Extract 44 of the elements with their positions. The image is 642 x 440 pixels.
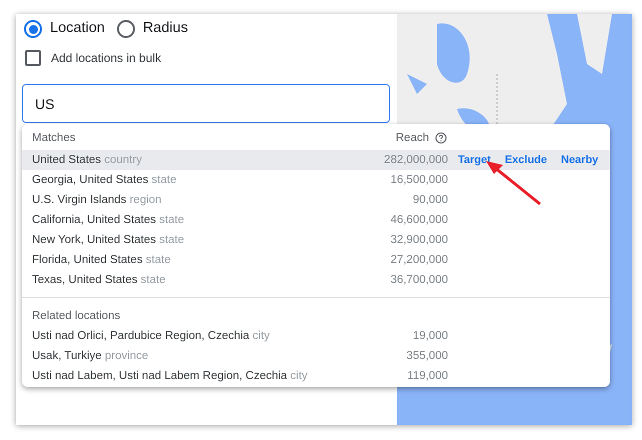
location-row[interactable]: United States country 282,000,000 Target Exclude Nearby	[22, 150, 610, 170]
reach-value: 90,000	[412, 192, 448, 208]
column-header: Matches	[32, 130, 76, 146]
reach-value: 16,500,000	[389, 172, 448, 188]
action-link[interactable]: Nearby	[561, 152, 598, 169]
location-row[interactable]: Usti nad Labem, Usti nad Labem Region, Czechia city 119,000	[22, 367, 610, 387]
search-field[interactable]: US	[22, 84, 390, 123]
help-icon[interactable]	[435, 132, 447, 144]
reach-value: 36,700,000	[389, 272, 448, 288]
location-row[interactable]: New York, United States state 32,900,000	[22, 230, 610, 250]
action-link[interactable]: Exclude	[504, 152, 547, 169]
location-name: U.S. Virgin Islands region	[32, 192, 163, 208]
checkbox[interactable]	[25, 50, 41, 66]
location-row[interactable]: Usak, Turkiye province 355,000	[22, 347, 610, 367]
action-link[interactable]: Target	[458, 152, 491, 169]
reach-value: 119,000	[406, 369, 448, 384]
location-name: New York, United States state	[32, 232, 186, 248]
location-row[interactable]: Usti nad Orlici, Pardubice Region, Czechia city 19,000	[22, 327, 610, 347]
location-row[interactable]: Texas, United States state 36,700,000	[22, 270, 610, 290]
location-name: Usti nad Labem, Usti nad Labem Region, Czechia city	[32, 369, 309, 384]
radio-label: Radius	[142, 19, 188, 38]
location-name: Georgia, United States state	[32, 172, 178, 188]
location-row[interactable]: California, United States state 46,600,000	[22, 210, 610, 230]
location-name: California, United States state	[32, 212, 186, 228]
reach-value: 32,900,000	[389, 232, 448, 248]
section-heading: Related locations	[31, 309, 122, 324]
location-name: Usti nad Orlici, Pardubice Region, Czechia city	[32, 329, 271, 344]
column-header: Reach	[394, 130, 429, 146]
location-name: Texas, United States state	[32, 272, 167, 288]
location-name: United States country	[32, 152, 143, 168]
reach-value: 27,200,000	[389, 252, 448, 268]
checkbox-label: Add locations in bulk	[51, 50, 162, 67]
radio-label: Location	[50, 19, 105, 38]
reach-value: 355,000	[405, 349, 448, 364]
location-name: Florida, United States state	[32, 252, 172, 268]
radio-button[interactable]	[116, 20, 135, 38]
reach-value: 46,600,000	[389, 212, 448, 228]
reach-value: 19,000	[412, 329, 448, 344]
location-row[interactable]: U.S. Virgin Islands region 90,000	[22, 190, 610, 210]
location-row[interactable]: Georgia, United States state 16,500,000	[22, 170, 610, 190]
location-name: Usak, Turkiye province	[32, 349, 150, 364]
reach-value: 282,000,000	[383, 152, 448, 168]
radio-button[interactable]	[24, 20, 42, 38]
location-row[interactable]: Florida, United States state 27,200,000	[22, 250, 610, 270]
